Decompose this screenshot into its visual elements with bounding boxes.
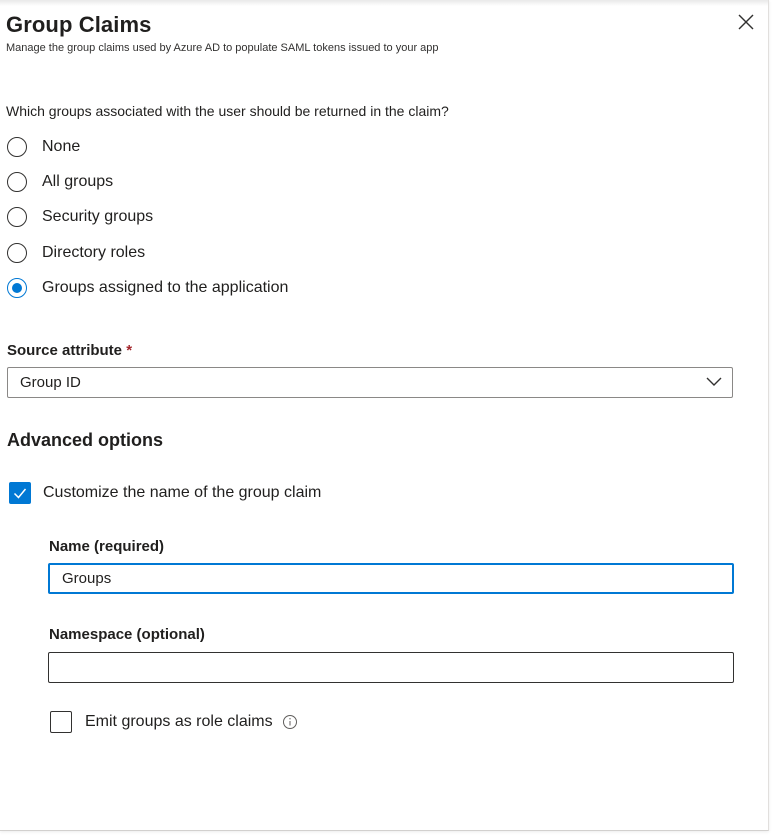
- group-claims-panel: Group Claims Manage the group claims use…: [0, 0, 769, 831]
- radio-security-groups[interactable]: Security groups: [7, 205, 153, 229]
- namespace-input[interactable]: [48, 652, 734, 683]
- close-button[interactable]: [733, 9, 759, 35]
- required-asterisk: *: [126, 342, 133, 359]
- radio-label: None: [42, 138, 81, 155]
- radio-circle: [7, 137, 27, 157]
- close-icon: [738, 14, 754, 30]
- radio-circle: [7, 243, 27, 263]
- name-input[interactable]: [48, 563, 734, 594]
- radio-directory-roles[interactable]: Directory roles: [7, 241, 145, 265]
- name-field-label: Name (required): [49, 538, 165, 555]
- customize-claim-name-checkbox-row[interactable]: Customize the name of the group claim: [9, 482, 321, 504]
- source-attribute-label: Source attribute *: [7, 342, 132, 359]
- radio-circle-selected: [7, 278, 27, 298]
- customize-claim-name-label: Customize the name of the group claim: [43, 484, 322, 501]
- radio-label: Security groups: [42, 208, 154, 225]
- panel-top-shade: [0, 0, 768, 6]
- panel-subtitle: Manage the group claims used by Azure AD…: [6, 42, 439, 54]
- source-attribute-value: Group ID: [20, 374, 81, 391]
- panel-title: Group Claims: [6, 12, 152, 37]
- customize-claim-name-checkbox[interactable]: [9, 482, 31, 504]
- info-icon[interactable]: [282, 714, 298, 730]
- namespace-field-label: Namespace (optional): [49, 626, 205, 643]
- radio-label: Groups assigned to the application: [42, 279, 289, 296]
- emit-role-claims-checkbox[interactable]: [50, 711, 72, 733]
- radio-circle: [7, 207, 27, 227]
- radio-groups-assigned[interactable]: Groups assigned to the application: [7, 276, 288, 300]
- chevron-down-icon: [706, 377, 722, 386]
- emit-role-claims-label: Emit groups as role claims: [85, 713, 273, 730]
- groups-question: Which groups associated with the user sh…: [6, 103, 449, 119]
- radio-none[interactable]: None: [7, 135, 80, 159]
- emit-role-claims-checkbox-row[interactable]: Emit groups as role claims: [50, 711, 298, 733]
- radio-label: Directory roles: [42, 244, 146, 261]
- checkmark-icon: [13, 488, 27, 499]
- advanced-options-heading: Advanced options: [7, 430, 164, 450]
- radio-circle: [7, 172, 27, 192]
- radio-dot: [12, 283, 22, 293]
- source-attribute-text: Source attribute: [7, 342, 123, 359]
- radio-label: All groups: [42, 173, 114, 190]
- source-attribute-dropdown[interactable]: Group ID: [7, 367, 733, 398]
- radio-all-groups[interactable]: All groups: [7, 170, 113, 194]
